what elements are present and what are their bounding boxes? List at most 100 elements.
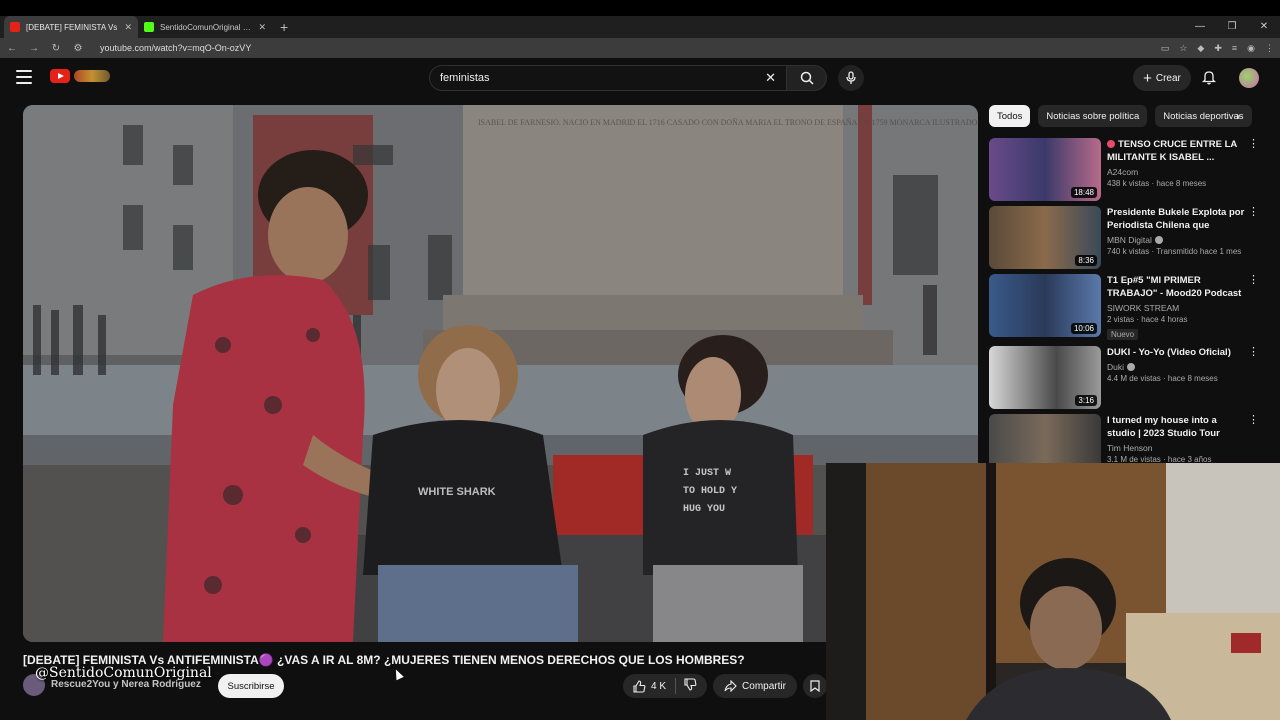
search-icon [800, 71, 814, 85]
media-icon[interactable]: ≡ [1232, 43, 1237, 54]
browser-tab-youtube[interactable]: [DEBATE] FEMINISTA Vs ✕ [4, 16, 138, 38]
search-box[interactable]: feministas ✕ [429, 65, 787, 91]
youtube-favicon-icon [10, 22, 20, 32]
webcam-feed [826, 463, 1280, 720]
url-field[interactable]: youtube.com/watch?v=mqO-On-ozVY [100, 43, 1151, 53]
profile-icon[interactable]: ◉ [1247, 43, 1255, 54]
subscribe-button[interactable]: Suscribirse [218, 674, 284, 698]
channel-name[interactable]: Duki [1107, 362, 1245, 372]
reload-icon[interactable]: ↻ [50, 43, 62, 54]
chip-politica[interactable]: Noticias sobre política [1038, 105, 1148, 127]
video-meta: 4.4 M de vistas · hace 8 meses [1107, 374, 1218, 383]
more-options-icon[interactable]: ⋮ [1248, 138, 1259, 150]
like-button[interactable]: 4 K [623, 679, 675, 693]
browser-tab-bar: [DEBATE] FEMINISTA Vs ✕ SentidoComunOrig… [0, 16, 1280, 38]
channel-name-text: MBN Digital [1107, 235, 1152, 245]
new-badge: Nuevo [1107, 329, 1139, 340]
like-count: 4 K [651, 680, 667, 692]
tab-title: [DEBATE] FEMINISTA Vs [26, 22, 118, 32]
verified-icon [1154, 236, 1163, 244]
hamburger-menu-icon[interactable] [16, 70, 32, 84]
search-button[interactable] [787, 65, 827, 91]
video-title[interactable]: Presidente Bukele Explota por Periodista… [1107, 206, 1245, 232]
back-icon[interactable]: ← [6, 43, 18, 54]
thumbs-down-icon [684, 678, 697, 691]
restore-icon[interactable]: ❐ [1216, 16, 1248, 38]
duration-badge: 8:36 [1075, 255, 1097, 266]
video-thumbnail[interactable]: 3:16 [989, 346, 1101, 409]
microphone-icon [846, 71, 856, 84]
list-item[interactable]: 8:36 Presidente Bukele Explota por Perio… [989, 206, 1269, 274]
chip-todos[interactable]: Todos [989, 105, 1031, 127]
list-item[interactable]: 18:48 TENSO CRUCE ENTRE LA MILITANTE K I… [989, 138, 1269, 206]
address-bar: ← → ↻ ⚙ youtube.com/watch?v=mqO-On-ozVY … [0, 38, 1280, 58]
close-tab-icon[interactable]: ✕ [124, 22, 132, 33]
video-meta: 740 k vistas · Transmitido hace 1 mes [1107, 247, 1242, 256]
rec-title-text: TENSO CRUCE ENTRE LA MILITANTE K ISABEL … [1107, 139, 1237, 163]
dislike-button[interactable] [676, 678, 697, 694]
extension-shield-icon[interactable]: ◆ [1197, 43, 1204, 54]
new-tab-icon[interactable]: + [272, 16, 296, 38]
video-thumbnail[interactable]: 18:48 [989, 138, 1101, 201]
like-dislike-group: 4 K [623, 674, 707, 698]
video-title[interactable]: TENSO CRUCE ENTRE LA MILITANTE K ISABEL … [1107, 138, 1245, 164]
close-window-icon[interactable]: ✕ [1248, 16, 1280, 38]
forward-icon[interactable]: → [28, 43, 40, 54]
plus-icon: + [1143, 69, 1152, 87]
more-options-icon[interactable]: ⋮ [1248, 346, 1259, 358]
voice-search-button[interactable] [838, 65, 864, 91]
duration-badge: 3:16 [1075, 395, 1097, 406]
video-thumbnail[interactable]: 10:06 [989, 274, 1101, 337]
video-meta: 438 k vistas · hace 8 meses [1107, 179, 1207, 188]
stream-watermark: @SentidoComunOriginal [35, 665, 212, 681]
filter-chips: Todos Noticias sobre política Noticias d… [989, 105, 1259, 127]
doodle-logo-icon [74, 70, 110, 82]
channel-name[interactable]: MBN Digital [1107, 235, 1245, 245]
status-dot-icon [1107, 140, 1115, 148]
more-options-icon[interactable]: ⋮ [1248, 206, 1259, 218]
list-item[interactable]: 10:06 T1 Ep#5 "MI PRIMER TRABAJO" - Mood… [989, 274, 1269, 346]
more-options-icon[interactable]: ⋮ [1248, 274, 1259, 286]
save-button[interactable] [803, 674, 827, 698]
notifications-button[interactable] [1201, 69, 1217, 90]
tab-title: SentidoComunOriginal Stream [160, 22, 253, 32]
clear-search-icon[interactable]: ✕ [765, 70, 776, 86]
duration-badge: 18:48 [1070, 187, 1097, 198]
browser-tab-kick[interactable]: SentidoComunOriginal Stream ✕ [138, 16, 272, 38]
video-title[interactable]: DUKI - Yo-Yo (Video Oficial) [1107, 346, 1245, 359]
bookmark-star-icon[interactable]: ☆ [1179, 43, 1187, 54]
account-avatar[interactable] [1239, 68, 1259, 88]
create-label: Crear [1155, 72, 1181, 84]
channel-name-text: Duki [1107, 362, 1125, 372]
channel-row: Rescue2You y Nerea Rodríguez @SentidoCom… [23, 665, 828, 698]
video-meta: 2 vistas · hace 4 horas [1107, 315, 1188, 324]
channel-name[interactable]: SIWORK STREAM [1107, 303, 1245, 313]
more-options-icon[interactable]: ⋮ [1248, 414, 1259, 426]
list-item[interactable]: 3:16 DUKI - Yo-Yo (Video Oficial) Duki 4… [989, 346, 1269, 414]
bell-icon [1201, 71, 1217, 85]
duration-badge: 10:06 [1070, 323, 1097, 334]
search-input[interactable]: feministas [440, 72, 765, 84]
youtube-header: feministas ✕ + Crear [0, 58, 1280, 98]
browser-menu-icon[interactable]: ⋮ [1265, 43, 1274, 54]
share-icon [724, 680, 737, 692]
minimize-icon[interactable]: — [1184, 16, 1216, 38]
verified-icon [1127, 363, 1136, 371]
webcam-overlay [826, 463, 1280, 720]
create-button[interactable]: + Crear [1133, 65, 1191, 91]
video-thumbnail[interactable]: 8:36 [989, 206, 1101, 269]
channel-name[interactable]: A24com [1107, 167, 1245, 177]
video-title[interactable]: T1 Ep#5 "MI PRIMER TRABAJO" - Mood20 Pod… [1107, 274, 1245, 300]
window-controls: — ❐ ✕ [1184, 16, 1280, 38]
youtube-logo[interactable] [50, 69, 110, 83]
share-button[interactable]: Compartir [713, 674, 797, 698]
extensions-icon[interactable]: ✚ [1214, 43, 1222, 54]
channel-name[interactable]: Tim Henson [1107, 443, 1245, 453]
close-tab-icon[interactable]: ✕ [258, 22, 266, 33]
cast-icon[interactable]: ▭ [1161, 43, 1170, 54]
chevron-right-icon[interactable]: › [1236, 109, 1240, 123]
recommendations-list: 18:48 TENSO CRUCE ENTRE LA MILITANTE K I… [989, 138, 1269, 482]
bookmark-icon [810, 680, 820, 692]
site-info-icon[interactable]: ⚙ [72, 43, 84, 54]
video-title[interactable]: I turned my house into a studio | 2023 S… [1107, 414, 1245, 440]
